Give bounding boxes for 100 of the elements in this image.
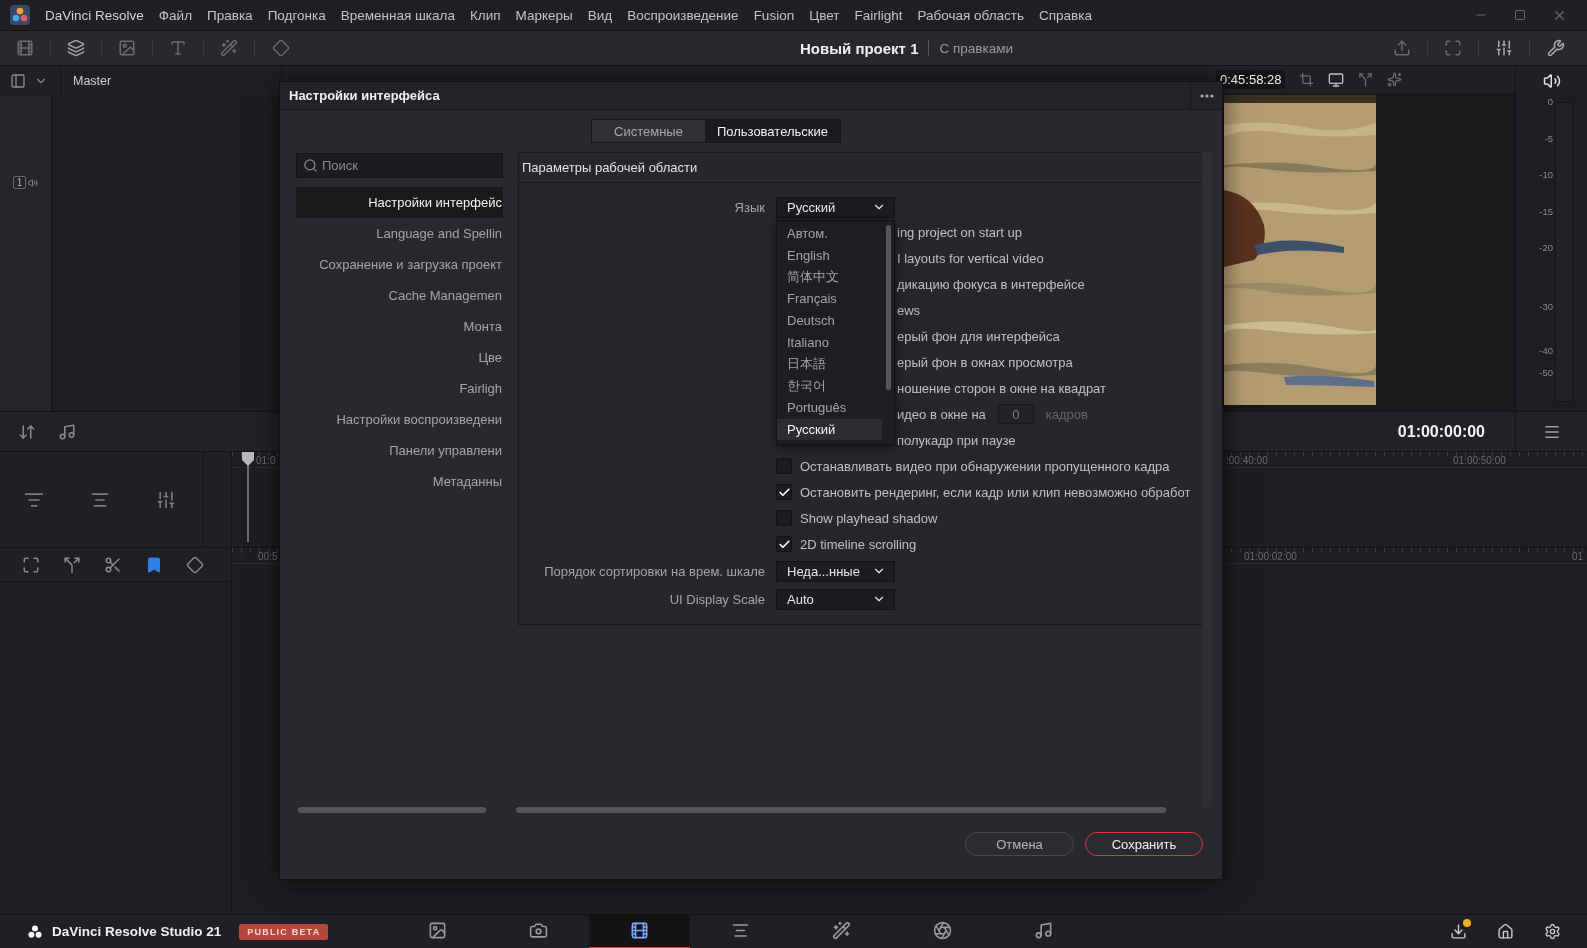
language-option[interactable]: English <box>777 244 882 267</box>
ruler-label: 00:5 <box>258 551 278 562</box>
monitor-icon[interactable] <box>1328 71 1345 88</box>
option-label: Останавливать видео при обнаружении пропущенного кадра <box>800 458 1170 474</box>
split-icon[interactable] <box>63 555 81 574</box>
image-icon[interactable] <box>118 39 136 57</box>
marker-icon[interactable] <box>145 555 163 574</box>
field-label: Язык <box>734 199 765 215</box>
sliders-icon[interactable] <box>1495 39 1513 57</box>
diamond-icon[interactable] <box>186 555 204 574</box>
diamond-icon[interactable] <box>271 39 290 57</box>
fit-icon[interactable] <box>22 555 40 574</box>
select-field[interactable]: Неда...нные <box>776 560 895 582</box>
scrollbar[interactable] <box>886 224 891 390</box>
menu-item[interactable]: Цвет <box>809 7 840 23</box>
field-label: UI Display Scale <box>669 591 765 607</box>
language-option[interactable]: Français <box>777 287 882 310</box>
download-icon[interactable] <box>1450 923 1467 940</box>
wand-icon[interactable] <box>220 39 238 57</box>
menu-item[interactable]: Вид <box>587 7 613 23</box>
settings-icon[interactable] <box>1544 923 1561 940</box>
option-label: ews <box>897 302 921 318</box>
settings-nav-item[interactable]: Language and Spellin <box>296 218 503 249</box>
tab[interactable]: Системные <box>592 120 705 142</box>
app-name: DaVinci Resolve <box>45 7 144 23</box>
image-icon <box>428 921 447 940</box>
meter-tick: -10 <box>1539 169 1553 180</box>
menu-item[interactable]: Файл <box>158 7 192 23</box>
crop-icon[interactable] <box>1299 72 1315 87</box>
fullscreen-icon[interactable] <box>1444 39 1462 57</box>
notification-dot <box>1463 919 1471 927</box>
scissors-icon[interactable] <box>104 555 122 574</box>
tab[interactable]: Пользовательские <box>704 120 840 142</box>
language-option[interactable]: 简体中文 <box>777 266 882 288</box>
settings-nav-item[interactable]: Панели управлени <box>296 435 503 466</box>
language-option[interactable]: Deutsch <box>777 309 882 332</box>
menu-item[interactable]: Клип <box>469 7 501 23</box>
volume-icon[interactable] <box>1542 72 1561 90</box>
settings-nav-item[interactable]: Сохранение и загрузка проект <box>296 249 503 280</box>
language-option[interactable]: Автом. <box>777 222 882 245</box>
ruler-label: :00:40:00 <box>1226 455 1268 466</box>
select-field[interactable]: Auto <box>776 588 895 610</box>
cancel-button[interactable]: Отмена <box>965 832 1074 856</box>
tools-icon[interactable] <box>1546 39 1565 57</box>
menu-item[interactable]: Рабочая область <box>917 7 1025 23</box>
maximize-icon[interactable] <box>1514 9 1526 21</box>
settings-nav-item[interactable]: Монта <box>296 311 503 342</box>
scrollbar[interactable] <box>298 807 486 813</box>
language-option[interactable]: 日本語 <box>777 353 882 376</box>
layers-icon[interactable] <box>67 39 85 57</box>
settings-nav-item[interactable]: Fairligh <box>296 373 503 404</box>
language-option[interactable]: Italiano <box>777 331 882 354</box>
timecode: 0:45:58:28 <box>1216 70 1286 89</box>
dialog-title: Настройки интерфейса <box>288 88 440 103</box>
option-label: ношение сторон в окне на квадрат <box>897 380 1106 396</box>
settings-nav-item[interactable]: Cache Managemen <box>296 280 503 311</box>
scrollbar[interactable] <box>1202 152 1212 807</box>
sidebar-toggle-icon[interactable] <box>10 73 26 89</box>
settings-nav-item[interactable]: Метаданны <box>296 466 503 497</box>
playhead[interactable] <box>240 452 256 542</box>
track-badge[interactable]: 1 <box>12 176 27 189</box>
checkbox[interactable] <box>776 458 792 474</box>
frames-field[interactable]: 0 <box>997 404 1034 424</box>
meter-tick: -50 <box>1539 367 1553 378</box>
arrows-icon[interactable] <box>18 422 36 441</box>
menu-item[interactable]: Воспроизведение <box>627 7 739 23</box>
option-label: идео в окне на <box>897 406 986 422</box>
language-select[interactable]: Русский <box>776 196 895 218</box>
text-icon[interactable] <box>169 39 187 57</box>
page-tab[interactable] <box>589 914 690 948</box>
search-field[interactable]: Поиск <box>296 153 503 178</box>
scrollbar[interactable] <box>516 807 1166 813</box>
menu-item[interactable]: Справка <box>1039 7 1092 23</box>
split-icon[interactable] <box>1358 72 1374 87</box>
meter-tick: -20 <box>1539 242 1553 253</box>
settings-nav-item[interactable]: Настройки интерфейс <box>296 187 503 218</box>
language-option[interactable]: Português <box>777 396 882 419</box>
language-option[interactable]: 한국어 <box>777 375 882 397</box>
save-button[interactable]: Сохранить <box>1085 832 1203 856</box>
menu-item[interactable]: Fusion <box>753 7 795 23</box>
upload-icon[interactable] <box>1393 39 1411 57</box>
checkbox[interactable] <box>776 484 792 500</box>
checkbox[interactable] <box>776 536 792 552</box>
menu-item[interactable]: Подгонка <box>267 7 326 23</box>
menu-item[interactable]: Маркеры <box>515 7 573 23</box>
home-icon[interactable] <box>1497 923 1514 940</box>
sparkle-icon[interactable] <box>1387 72 1403 87</box>
option-label: полукадр при паузе <box>897 432 1016 448</box>
meter-tick: -30 <box>1539 301 1553 312</box>
menu-item[interactable]: Правка <box>207 7 253 23</box>
sliders-icon[interactable] <box>156 489 176 510</box>
language-option[interactable]: Русский <box>777 418 882 441</box>
bin-name[interactable]: Master <box>73 74 112 88</box>
music-note-icon[interactable] <box>58 422 76 441</box>
project-title: Новый проект 1 <box>799 39 919 57</box>
settings-nav-item[interactable]: Настройки воспроизведени <box>296 404 503 435</box>
film-icon[interactable] <box>16 39 34 57</box>
menu-item[interactable]: Fairlight <box>854 7 903 23</box>
menu-item[interactable]: Временная шкала <box>340 7 455 23</box>
settings-nav-item[interactable]: Цве <box>296 342 503 373</box>
